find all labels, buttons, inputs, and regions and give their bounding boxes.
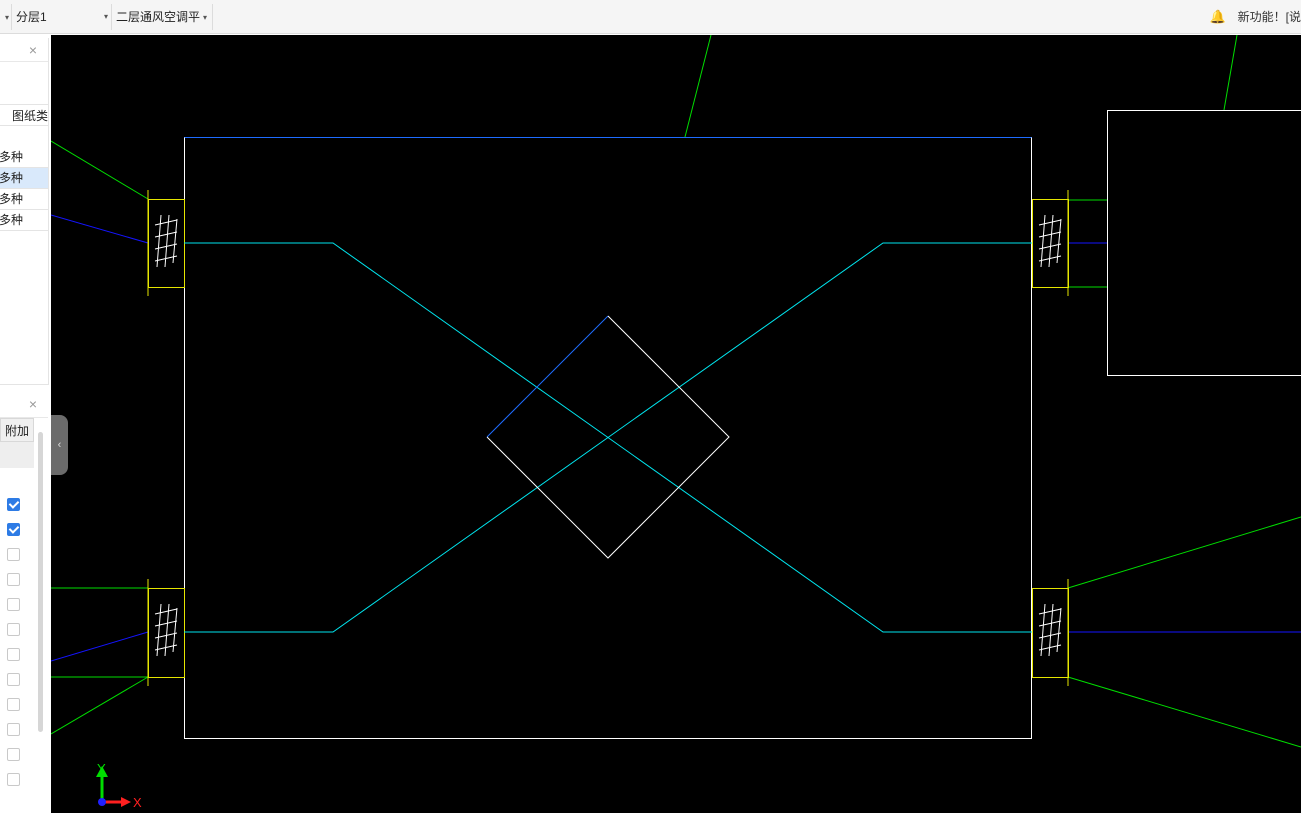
chevron-down-icon: ▾ bbox=[203, 12, 208, 22]
layer-checkbox[interactable] bbox=[7, 573, 20, 586]
cad-canvas[interactable]: Y X bbox=[51, 35, 1301, 813]
drawing-list-header bbox=[0, 34, 48, 62]
layer-checkbox[interactable] bbox=[7, 523, 20, 536]
ucs-axis-icon: Y X bbox=[96, 761, 142, 810]
airflow-paths bbox=[184, 242, 1032, 633]
chevron-down-icon[interactable]: ▾ bbox=[2, 6, 9, 28]
layer-checkbox[interactable] bbox=[7, 623, 20, 636]
leader-lines bbox=[51, 35, 1301, 748]
close-icon[interactable]: × bbox=[27, 43, 39, 57]
toolbar-divider bbox=[11, 4, 12, 30]
list-item[interactable]: 多种 bbox=[0, 147, 48, 168]
list-item[interactable]: 多种 bbox=[0, 210, 48, 231]
chevron-left-icon: ‹ bbox=[57, 439, 62, 451]
drawing-dropdown[interactable]: 二层通风空调平 ▾ bbox=[116, 6, 207, 28]
list-item-label: 多种 bbox=[0, 171, 24, 185]
filter-hatches bbox=[154, 214, 1062, 657]
notice-text: 新功能！[说 bbox=[1237, 10, 1301, 24]
layer-checkbox[interactable] bbox=[7, 648, 20, 661]
layer-dropdown-label: 分层1 bbox=[16, 10, 47, 24]
cad-drawing: Y X bbox=[51, 35, 1301, 810]
column-header-label: 图纸类 bbox=[12, 109, 49, 123]
tab-strip bbox=[0, 442, 34, 468]
layer-checkbox[interactable] bbox=[7, 723, 20, 736]
layer-checkbox[interactable] bbox=[7, 773, 20, 786]
list-item-label: 多种 bbox=[0, 150, 24, 164]
layer-checkbox[interactable] bbox=[7, 698, 20, 711]
toolbar-divider bbox=[111, 4, 112, 30]
additional-tab-label: 附加 bbox=[4, 424, 29, 438]
drawing-type-column-header[interactable]: 图纸类 bbox=[0, 104, 48, 126]
layer-checkbox[interactable] bbox=[7, 598, 20, 611]
layer-panel-header bbox=[0, 390, 48, 418]
layer-checkbox[interactable] bbox=[7, 498, 20, 511]
pipe-lines bbox=[51, 214, 1301, 662]
collapse-panel-button[interactable]: ‹ bbox=[51, 415, 68, 475]
scrollbar[interactable] bbox=[38, 432, 43, 732]
chevron-down-icon: ▾ bbox=[103, 12, 108, 21]
new-feature-notice[interactable]: 🔔 新功能！[说 bbox=[1209, 8, 1301, 26]
bell-icon: 🔔 bbox=[1209, 9, 1226, 24]
layer-checkbox[interactable] bbox=[7, 748, 20, 761]
drawing-dropdown-label: 二层通风空调平 bbox=[116, 10, 201, 24]
x-axis-label: X bbox=[133, 795, 142, 810]
additional-tab[interactable]: 附加 bbox=[0, 418, 34, 442]
layer-checkbox[interactable] bbox=[7, 548, 20, 561]
list-item-label: 多种 bbox=[0, 213, 24, 227]
top-toolbar: ▾ 分层1 ▾ 二层通风空调平 ▾ 🔔 新功能！[说 bbox=[0, 0, 1301, 34]
equipment-box bbox=[1107, 110, 1301, 376]
y-axis-label: Y bbox=[97, 761, 106, 776]
list-item-label: 多种 bbox=[0, 192, 24, 206]
list-item[interactable]: 多种 bbox=[0, 189, 48, 210]
layer-checkbox[interactable] bbox=[7, 673, 20, 686]
list-item-selected[interactable]: 多种 bbox=[0, 168, 48, 189]
close-icon[interactable]: × bbox=[27, 397, 39, 411]
left-panel: × 图纸类 多种 多种 多种 多种 × 附加 bbox=[0, 34, 49, 813]
toolbar-divider bbox=[212, 4, 213, 30]
layer-dropdown[interactable]: 分层1 ▾ bbox=[16, 6, 108, 28]
